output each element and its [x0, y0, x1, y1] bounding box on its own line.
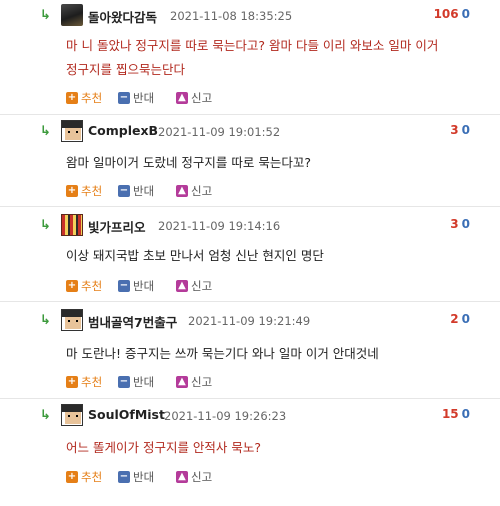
comment-body: 마 니 돌았나 정구지를 따로 묵는다고? 왐마 다들 이리 와보소 일마 이거…	[66, 34, 466, 82]
comment-date: 2021-11-09 19:26:23	[164, 409, 287, 423]
comment-body: 마 도란나! 증구지는 쓰까 묵는기다 와나 일마 이거 안대것네	[66, 342, 466, 366]
siren-icon: ▲	[176, 471, 188, 483]
comment-nickname[interactable]: 빛가프리오	[88, 217, 146, 236]
reply-arrow-icon: ↳	[40, 408, 51, 423]
comment-line: 마 니 돌았나 정구지를 따로 묵는다고? 왐마 다들 이리 와보소 일마 이거	[66, 38, 439, 53]
comment-body: 어느 똘게이가 정구지를 안적사 묵노?	[66, 436, 466, 460]
siren-icon: ▲	[176, 92, 188, 104]
upvote-count: 2	[450, 312, 459, 326]
downvote-count: 0	[461, 7, 470, 21]
downvote-count: 0	[461, 123, 470, 137]
comment-body: 왐마 일마이거 도랐네 정구지를 따로 묵는다꼬?	[66, 151, 466, 175]
recommend-button[interactable]: + 추천	[66, 278, 102, 294]
plus-icon: +	[66, 280, 78, 292]
upvote-count: 15	[441, 407, 459, 421]
comment-list: ↳ 돌아왔다감독 2021-11-08 18:35:25 106 0 마 니 돌았…	[0, 0, 500, 506]
comment-item: ↳ SoulOfMist 2021-11-09 19:26:23 15 0 어느 …	[0, 399, 500, 506]
siren-icon: ▲	[176, 280, 188, 292]
vote-count: 30	[450, 217, 470, 231]
report-button[interactable]: ▲ 신고	[176, 183, 212, 199]
comment-line: 정구지를 찝으묵는단다	[66, 62, 185, 77]
comment-nickname[interactable]: 돌아왔다감독	[88, 7, 157, 26]
oppose-button[interactable]: − 반대	[118, 278, 154, 294]
minus-icon: −	[118, 185, 130, 197]
report-button[interactable]: ▲ 신고	[176, 469, 212, 485]
avatar[interactable]	[61, 309, 83, 331]
avatar[interactable]	[61, 120, 83, 142]
vote-count: 106 0	[434, 7, 470, 21]
comment-date: 2021-11-09 19:14:16	[158, 219, 281, 233]
reply-arrow-icon: ↳	[40, 313, 51, 328]
plus-icon: +	[66, 185, 78, 197]
oppose-button[interactable]: − 반대	[118, 90, 154, 106]
minus-icon: −	[118, 280, 130, 292]
vote-count: 20	[450, 312, 470, 326]
report-button[interactable]: ▲ 신고	[176, 278, 212, 294]
minus-icon: −	[118, 471, 130, 483]
comment-line: 왐마 일마이거 도랐네 정구지를 따로 묵는다꼬?	[66, 155, 312, 170]
comment-line: 마 도란나! 증구지는 쓰까 묵는기다 와나 일마 이거 안대것네	[66, 346, 379, 361]
recommend-button[interactable]: + 추천	[66, 469, 102, 485]
minus-icon: −	[118, 92, 130, 104]
comment-date: 2021-11-09 19:21:49	[188, 314, 311, 328]
comment-item: ↳ 돌아왔다감독 2021-11-08 18:35:25 106 0 마 니 돌았…	[0, 0, 500, 115]
comment-item: ↳ 범내골역7번출구 2021-11-09 19:21:49 20 마 도란나!…	[0, 302, 500, 399]
oppose-button[interactable]: − 반대	[118, 183, 154, 199]
downvote-count: 0	[461, 407, 470, 421]
recommend-button[interactable]: + 추천	[66, 374, 102, 390]
upvote-count: 3	[450, 123, 459, 137]
minus-icon: −	[118, 376, 130, 388]
siren-icon: ▲	[176, 185, 188, 197]
comment-body: 이상 돼지국밥 초보 만나서 엄청 신난 현지인 명단	[66, 244, 466, 268]
downvote-count: 0	[461, 217, 470, 231]
plus-icon: +	[66, 376, 78, 388]
comment-date: 2021-11-09 19:01:52	[158, 125, 281, 139]
recommend-button[interactable]: + 추천	[66, 90, 102, 106]
siren-icon: ▲	[176, 376, 188, 388]
avatar[interactable]	[61, 4, 83, 26]
oppose-button[interactable]: − 반대	[118, 469, 154, 485]
comment-nickname[interactable]: 범내골역7번출구	[88, 312, 177, 331]
comment-nickname[interactable]: ComplexB	[88, 123, 158, 138]
vote-count: 30	[450, 123, 470, 137]
comment-line: 이상 돼지국밥 초보 만나서 엄청 신난 현지인 명단	[66, 248, 324, 263]
comment-date: 2021-11-08 18:35:25	[170, 9, 293, 23]
avatar[interactable]	[61, 404, 83, 426]
comment-item: ↳ ComplexB 2021-11-09 19:01:52 30 왐마 일마이…	[0, 115, 500, 207]
upvote-count: 106	[433, 7, 459, 21]
comment-item: ↳ 빛가프리오 2021-11-09 19:14:16 30 이상 돼지국밥 초…	[0, 207, 500, 302]
recommend-button[interactable]: + 추천	[66, 183, 102, 199]
report-button[interactable]: ▲ 신고	[176, 374, 212, 390]
oppose-button[interactable]: − 반대	[118, 374, 154, 390]
avatar[interactable]	[61, 214, 83, 236]
downvote-count: 0	[461, 312, 470, 326]
comment-line: 어느 똘게이가 정구지를 안적사 묵노?	[66, 440, 262, 455]
plus-icon: +	[66, 92, 78, 104]
vote-count: 15 0	[442, 407, 470, 421]
plus-icon: +	[66, 471, 78, 483]
reply-arrow-icon: ↳	[40, 124, 51, 139]
comment-nickname[interactable]: SoulOfMist	[88, 407, 165, 422]
reply-arrow-icon: ↳	[40, 8, 51, 23]
upvote-count: 3	[450, 217, 459, 231]
report-button[interactable]: ▲ 신고	[176, 90, 212, 106]
reply-arrow-icon: ↳	[40, 218, 51, 233]
